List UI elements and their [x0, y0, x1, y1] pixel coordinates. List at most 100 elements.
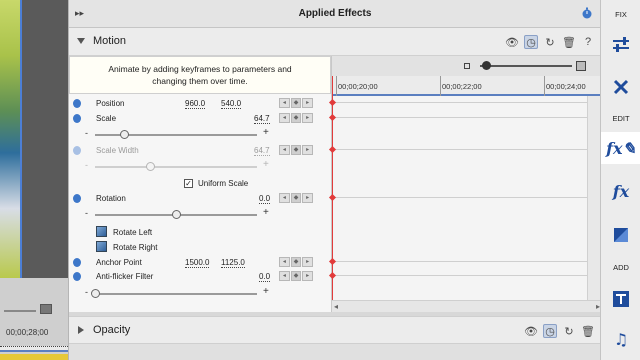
keyframe-nav[interactable]: ◂ ◆ ▸ — [279, 257, 314, 267]
reset-icon[interactable]: ↻ — [562, 324, 576, 338]
scale-value[interactable]: 64.7 — [254, 114, 270, 124]
help-icon[interactable]: ? — [581, 35, 595, 49]
keyframe-marker[interactable] — [328, 145, 337, 154]
keyframe-marker[interactable] — [328, 113, 337, 122]
keyframe-nav[interactable]: ◂ ◆ ▸ — [279, 193, 314, 203]
reset-icon[interactable]: ↻ — [543, 35, 557, 49]
sidebar-label-add[interactable]: ADD — [601, 263, 640, 272]
anti-flicker-value[interactable]: 0.0 — [259, 272, 271, 282]
uniform-scale-checkbox[interactable]: ✓ Uniform Scale — [184, 178, 314, 190]
keyframe-marker[interactable] — [328, 271, 337, 280]
eye-icon[interactable]: 👁 — [505, 35, 519, 49]
ruler-tick — [336, 76, 337, 96]
timeline-zoom-bar — [332, 56, 602, 76]
stopwatch-icon — [73, 146, 81, 155]
property-rotation: Rotation 0.0 ◂ ◆ ▸ — [69, 193, 331, 207]
motion-section-header[interactable]: Motion 👁 ◷ ↻ 🗑 ? — [69, 28, 601, 56]
slider-plus: + — [263, 159, 269, 170]
keyframe-marker[interactable] — [328, 193, 337, 202]
position-x-value[interactable]: 960.0 — [185, 99, 206, 109]
zoom-out-icon[interactable] — [464, 63, 470, 69]
collapsed-arrow-icon[interactable] — [78, 326, 84, 334]
rotation-value[interactable]: 0.0 — [259, 194, 271, 204]
stopwatch-icon[interactable] — [581, 7, 593, 19]
keyframe-marker[interactable] — [328, 257, 337, 266]
toggle-animation-icon[interactable]: ◷ — [543, 324, 557, 338]
timeline-ruler — [0, 346, 68, 352]
effects-fx-icon[interactable]: fx — [609, 180, 633, 202]
slider-minus: - — [85, 287, 88, 297]
slider-minus: - — [85, 208, 88, 218]
scroll-left-icon[interactable]: ◂ — [334, 302, 338, 311]
keyframe-nav[interactable]: ◂ ◆ ▸ — [279, 98, 314, 108]
rotation-slider[interactable]: - + — [69, 207, 331, 220]
stopwatch-icon[interactable] — [73, 114, 81, 123]
zoom-slider-track[interactable] — [480, 65, 572, 67]
slider-thumb[interactable] — [172, 210, 181, 219]
music-icon[interactable]: ♫ — [609, 328, 633, 350]
property-scale-width: Scale Width 64.7 ◂ ◆ ▸ — [69, 145, 331, 159]
preview-background — [22, 0, 68, 300]
timeline-vertical-scrollbar[interactable] — [587, 96, 601, 300]
opacity-section-header[interactable]: Opacity 👁 ◷ ↻ 🗑 — [69, 316, 601, 344]
stopwatch-icon[interactable] — [73, 272, 81, 281]
zoom-slider-thumb[interactable] — [482, 61, 491, 70]
track-line-scale — [332, 117, 588, 118]
slider-thumb[interactable] — [120, 130, 130, 139]
toggle-animation-icon[interactable]: ◷ — [524, 35, 538, 49]
adjustments-icon[interactable] — [609, 34, 633, 56]
color-icon[interactable] — [609, 224, 633, 246]
timeline-zoom-box-icon[interactable] — [40, 304, 52, 314]
property-label: Anti-flicker Filter — [96, 272, 154, 281]
left-preview-strip: 00;00;28;00 — [0, 0, 68, 360]
right-sidebar: FIX EDIT fx✎ fx ADD ♫ — [600, 0, 640, 360]
time-ruler[interactable]: 00;00;20;00 00;00;22;00 00;00;24;00 — [332, 76, 602, 96]
property-label: Rotation — [96, 194, 126, 203]
track-line-position — [332, 102, 588, 103]
panel-header: ▸▸ Applied Effects — [69, 0, 601, 28]
stopwatch-icon[interactable] — [73, 258, 81, 267]
property-scale: Scale 64.7 ◂ ◆ ▸ — [69, 113, 331, 127]
timeline-fragment: 00;00;28;00 — [0, 278, 68, 360]
keyframe-marker[interactable] — [328, 98, 337, 107]
expand-arrow-icon[interactable] — [77, 38, 85, 44]
anchor-x-value[interactable]: 1500.0 — [185, 258, 210, 268]
section-title-motion: Motion — [93, 35, 127, 47]
keyframe-nav[interactable]: ◂ ◆ ▸ — [279, 113, 314, 123]
slider-track[interactable] — [95, 293, 257, 295]
keyframe-nav[interactable]: ◂ ◆ ▸ — [279, 271, 314, 281]
timeline-horizontal-scrollbar[interactable]: ◂ ▸ — [332, 300, 602, 312]
tooltip-line-2: changing them over time. — [152, 76, 248, 86]
opacity-row-icons: 👁 ◷ ↻ 🗑 — [524, 324, 595, 338]
timeline-zoom-slider[interactable] — [4, 310, 36, 312]
scale-width-value: 64.7 — [254, 146, 270, 156]
rotate-right-button[interactable]: Rotate Right — [96, 241, 216, 254]
scale-slider[interactable]: - + — [69, 127, 331, 140]
titles-icon[interactable] — [609, 288, 633, 310]
playhead[interactable] — [332, 76, 333, 300]
rotate-left-label: Rotate Left — [113, 228, 153, 237]
property-anti-flicker: Anti-flicker Filter 0.0 ◂ ◆ ▸ — [69, 271, 331, 285]
position-y-value[interactable]: 540.0 — [221, 99, 242, 109]
slider-thumb[interactable] — [91, 289, 100, 298]
timeline-clip-bar[interactable] — [0, 354, 68, 360]
track-line-rotation — [332, 197, 588, 198]
checkbox[interactable]: ✓ — [184, 179, 193, 188]
ruler-tick-label: 00;00;20;00 — [338, 82, 378, 91]
eye-icon[interactable]: 👁 — [524, 324, 538, 338]
stopwatch-icon[interactable] — [73, 194, 81, 203]
motion-row-icons: 👁 ◷ ↻ 🗑 ? — [505, 35, 595, 49]
slider-minus: - — [85, 128, 88, 138]
rotate-left-button[interactable]: Rotate Left — [96, 226, 216, 239]
slider-track — [95, 166, 257, 168]
sidebar-label-edit[interactable]: EDIT — [601, 114, 640, 123]
anchor-y-value[interactable]: 1125.0 — [221, 258, 245, 268]
zoom-in-icon[interactable] — [576, 61, 586, 71]
tools-icon[interactable] — [609, 76, 633, 98]
trash-icon[interactable]: 🗑 — [581, 324, 595, 338]
sidebar-label-fix[interactable]: FIX — [601, 10, 640, 19]
applied-effects-fx-icon[interactable]: fx✎ — [601, 132, 640, 164]
anti-flicker-slider[interactable]: - + — [69, 286, 331, 299]
trash-icon[interactable]: 🗑 — [562, 35, 576, 49]
stopwatch-icon[interactable] — [73, 99, 81, 108]
